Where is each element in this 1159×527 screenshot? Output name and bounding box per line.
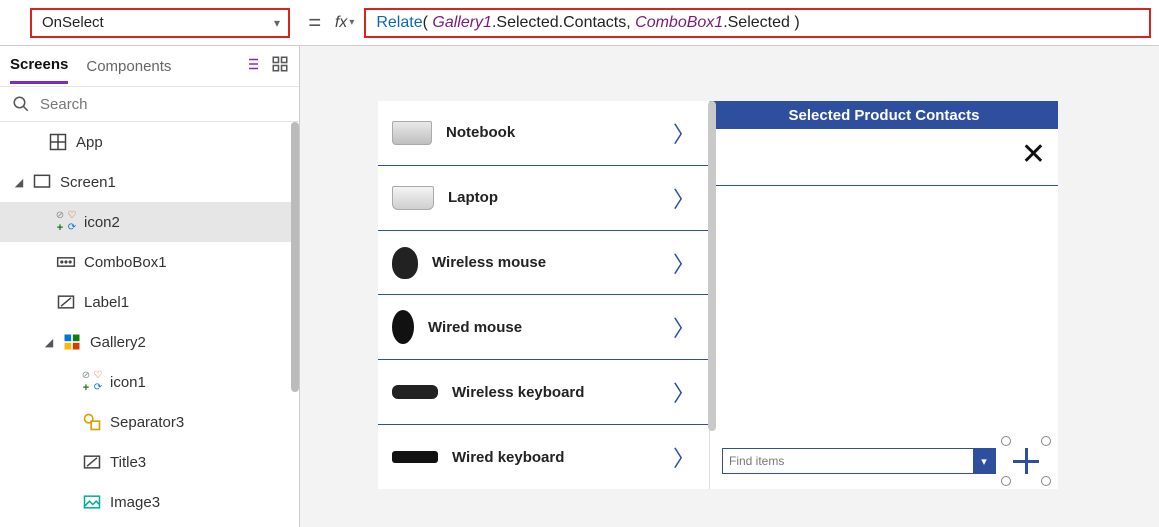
- plus-icon: [1025, 448, 1028, 474]
- chevron-down-icon[interactable]: ▾: [973, 449, 995, 473]
- tree-label: Image3: [110, 494, 299, 511]
- chevron-right-icon[interactable]: 〉: [673, 182, 695, 214]
- formula-token: (: [423, 14, 433, 32]
- gallery-item[interactable]: Laptop 〉: [378, 166, 709, 231]
- collapse-icon[interactable]: ◢: [14, 176, 24, 189]
- label-icon: [82, 452, 102, 472]
- tree-label: icon1: [110, 374, 299, 391]
- product-name: Laptop: [448, 189, 659, 206]
- product-name: Notebook: [446, 124, 659, 141]
- property-selector[interactable]: OnSelect ▾: [30, 8, 290, 38]
- fx-label: fx: [335, 14, 347, 32]
- label-icon: [56, 292, 76, 312]
- app-preview: Notebook〉Laptop〉Wireless mouse〉Wired mou…: [378, 101, 1058, 489]
- product-name: Wired mouse: [428, 319, 659, 336]
- property-selector-value: OnSelect: [42, 14, 104, 31]
- resize-handle[interactable]: [1001, 436, 1011, 446]
- combobox-icon: [56, 252, 76, 272]
- tree-node-combobox1[interactable]: ComboBox1: [0, 242, 299, 282]
- tree-node-screen1[interactable]: ◢ Screen1: [0, 162, 299, 202]
- tab-components[interactable]: Components: [86, 50, 171, 83]
- chevron-down-icon[interactable]: ▾: [349, 17, 354, 28]
- changes-icon: [82, 372, 102, 392]
- tree-node-gallery2[interactable]: ◢ Gallery2: [0, 322, 299, 362]
- formula-token: Gallery1: [432, 14, 492, 32]
- tree-node-icon2[interactable]: icon2: [0, 202, 299, 242]
- tree-label: App: [76, 134, 299, 151]
- resize-handle[interactable]: [1001, 476, 1011, 486]
- chevron-right-icon[interactable]: 〉: [673, 247, 695, 279]
- tree-label: Title3: [110, 454, 299, 471]
- chevron-down-icon: ▾: [274, 16, 280, 30]
- app-icon: [48, 132, 68, 152]
- tree-label: Gallery2: [90, 334, 299, 351]
- product-thumbnail: [392, 121, 432, 145]
- tree-node-image3[interactable]: Image3: [0, 482, 299, 522]
- tree-node-app[interactable]: App: [0, 122, 299, 162]
- find-items-combobox[interactable]: Find items ▾: [722, 448, 996, 474]
- chevron-right-icon[interactable]: 〉: [673, 376, 695, 408]
- chevron-right-icon[interactable]: 〉: [673, 441, 695, 473]
- equals-label: =: [308, 10, 321, 36]
- tree-search[interactable]: [0, 86, 299, 122]
- search-icon: [12, 95, 30, 113]
- tree-node-separator3[interactable]: Separator3: [0, 402, 299, 442]
- canvas[interactable]: Notebook〉Laptop〉Wireless mouse〉Wired mou…: [300, 46, 1159, 527]
- tree-node-title3[interactable]: Title3: [0, 442, 299, 482]
- list-icon[interactable]: [243, 55, 261, 78]
- gallery-list[interactable]: Notebook〉Laptop〉Wireless mouse〉Wired mou…: [378, 101, 710, 489]
- tree-label: icon2: [84, 214, 299, 231]
- tab-screens[interactable]: Screens: [10, 48, 68, 84]
- formula-token: .Selected.Contacts,: [492, 14, 635, 32]
- panel-header: Selected Product Contacts: [710, 101, 1058, 129]
- gallery-item[interactable]: Wired keyboard 〉: [378, 425, 709, 489]
- tree-label: Screen1: [60, 174, 299, 191]
- formula-token: ComboBox1: [635, 14, 723, 32]
- right-panel: Selected Product Contacts ✕ Find items ▾: [710, 101, 1058, 489]
- chevron-right-icon[interactable]: 〉: [673, 311, 695, 343]
- combobox-placeholder: Find items: [729, 454, 784, 468]
- collapse-icon[interactable]: ◢: [44, 336, 54, 349]
- chevron-right-icon[interactable]: 〉: [673, 117, 695, 149]
- scrollbar[interactable]: [708, 101, 716, 431]
- product-name: Wireless mouse: [432, 254, 659, 271]
- product-thumbnail: [392, 385, 438, 399]
- separator-icon: [82, 412, 102, 432]
- add-icon-selected[interactable]: [1006, 441, 1046, 481]
- formula-input[interactable]: Relate( Gallery1.Selected.Contacts, Comb…: [364, 8, 1151, 38]
- gallery-item[interactable]: Wireless keyboard 〉: [378, 360, 709, 425]
- search-input[interactable]: [40, 96, 287, 113]
- product-thumbnail: [392, 310, 414, 344]
- product-name: Wired keyboard: [452, 449, 659, 466]
- tree-node-icon1[interactable]: icon1: [0, 362, 299, 402]
- grid-icon[interactable]: [271, 55, 289, 78]
- close-icon[interactable]: ✕: [1021, 137, 1046, 172]
- changes-icon: [56, 212, 76, 232]
- divider: [710, 185, 1058, 186]
- tree-panel: Screens Components: [0, 46, 300, 527]
- gallery-item[interactable]: Wired mouse 〉: [378, 295, 709, 360]
- tree-label: ComboBox1: [84, 254, 299, 271]
- screen-icon: [32, 172, 52, 192]
- gallery-item[interactable]: Notebook 〉: [378, 101, 709, 166]
- product-thumbnail: [392, 247, 418, 279]
- resize-handle[interactable]: [1041, 476, 1051, 486]
- formula-token: .Selected ): [723, 14, 799, 32]
- product-thumbnail: [392, 451, 438, 463]
- tree-label: Label1: [84, 294, 299, 311]
- tree-label: Separator3: [110, 414, 299, 431]
- product-name: Wireless keyboard: [452, 384, 659, 401]
- gallery-item[interactable]: Wireless mouse 〉: [378, 231, 709, 296]
- formula-token: Relate: [376, 14, 422, 32]
- formula-bar: OnSelect ▾ = fx ▾ Relate( Gallery1.Selec…: [0, 0, 1159, 46]
- tree-node-label1[interactable]: Label1: [0, 282, 299, 322]
- resize-handle[interactable]: [1041, 436, 1051, 446]
- image-icon: [82, 492, 102, 512]
- gallery-icon: [62, 332, 82, 352]
- product-thumbnail: [392, 186, 434, 210]
